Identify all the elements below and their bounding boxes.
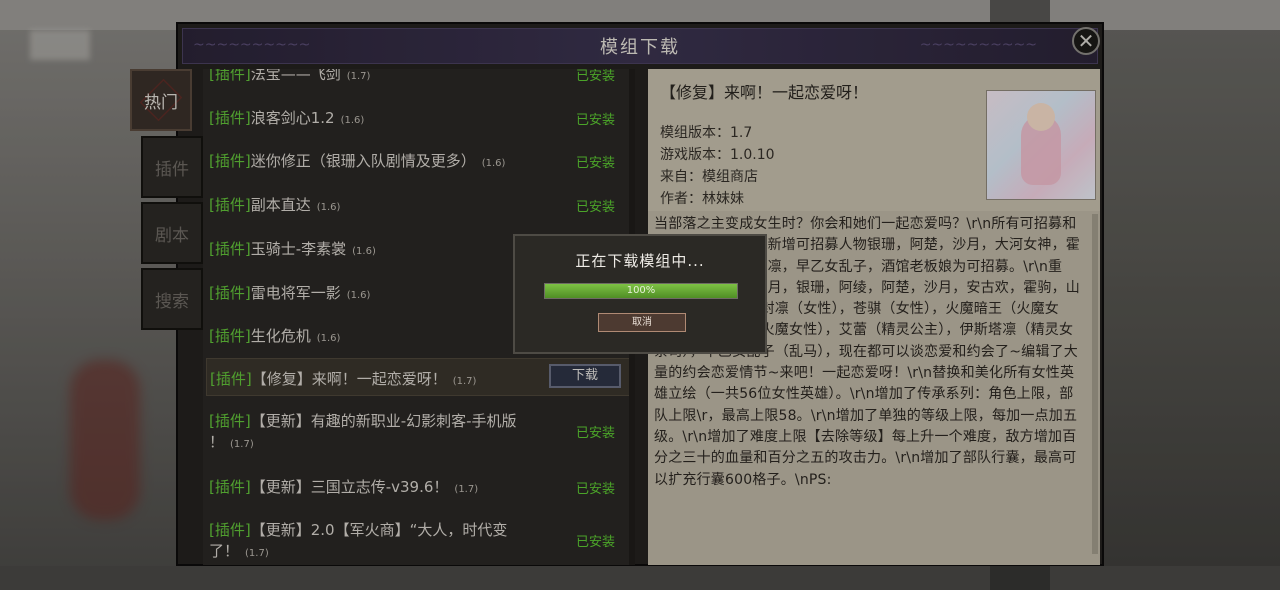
download-title: 正在下载模组中... — [575, 252, 705, 270]
progress-bar: 100% — [544, 283, 738, 299]
progress-text: 100% — [626, 285, 656, 296]
cancel-button[interactable]: 取消 — [598, 313, 686, 332]
download-progress-dialog: 正在下载模组中... 100% 取消 — [513, 234, 767, 354]
